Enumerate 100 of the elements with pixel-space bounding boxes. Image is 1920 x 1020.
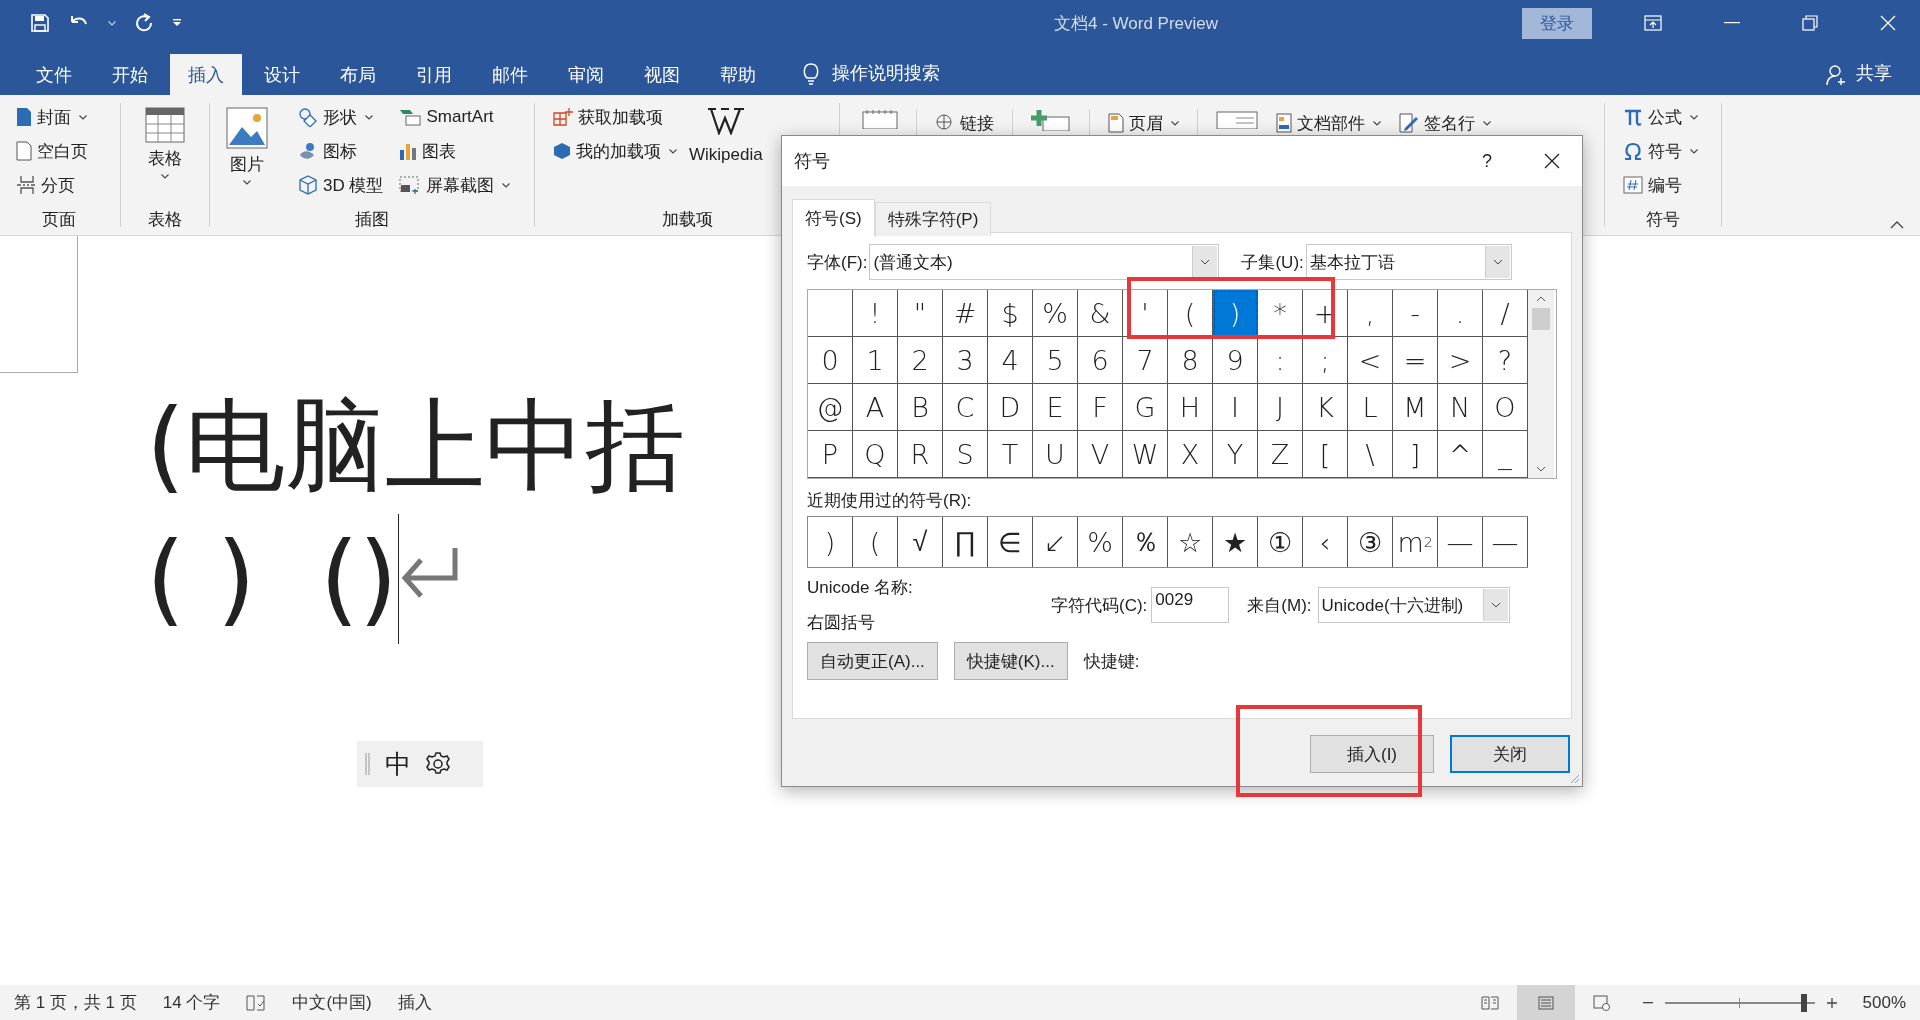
zoom-out-icon[interactable] [1642,1001,1653,1004]
symbol-cell[interactable]: T [988,431,1033,478]
symbol-cell[interactable]: 6 [1078,337,1123,384]
close-button[interactable]: 关闭 [1450,735,1570,773]
symbol-cell[interactable]: 0 [808,337,853,384]
insert-mode-status[interactable]: 插入 [397,991,432,1014]
help-button[interactable]: ? [1482,150,1492,172]
scroll-up-icon[interactable] [1536,296,1546,302]
symbol-cell[interactable]: X [1168,431,1213,478]
symbol-cell[interactable]: ) [1213,290,1258,337]
recent-symbol-cell[interactable]: ∏ [943,517,988,567]
symbol-cell[interactable]: . [1438,290,1483,337]
symbol-cell[interactable]: $ [988,290,1033,337]
ribbon-tab[interactable]: 审阅 [550,54,622,95]
symbol-cell[interactable]: 5 [1033,337,1078,384]
symbol-cell[interactable]: 7 [1123,337,1168,384]
symbol-cell[interactable]: ; [1303,337,1348,384]
redo-icon[interactable] [134,13,154,33]
symbol-cell[interactable]: Z [1258,431,1303,478]
font-dropdown[interactable]: (普通文本) [869,244,1220,280]
ribbon-tab[interactable]: 邮件 [474,54,546,95]
symbol-cell[interactable]: * [1258,290,1303,337]
symbol-cell[interactable]: D [988,384,1033,431]
symbol-cell[interactable]: E [1033,384,1078,431]
symbol-button[interactable]: 符号 [1623,137,1719,165]
icons-button[interactable]: 图标 [298,137,384,165]
symbol-cell[interactable]: % [1033,290,1078,337]
smartart-button[interactable]: SmartArt [399,103,511,131]
recent-symbol-cell[interactable]: ★ [1213,517,1258,567]
symbol-cell[interactable]: B [898,384,943,431]
ribbon-tab[interactable]: 文件 [18,54,90,95]
symbol-cell[interactable]: Y [1213,431,1258,478]
symbol-cell[interactable]: 4 [988,337,1033,384]
minimize-icon[interactable] [1724,22,1740,24]
settings-icon[interactable] [425,751,451,777]
symbol-cell[interactable]: C [943,384,988,431]
zoom-level[interactable]: 500% [1862,992,1906,1013]
symbol-cell[interactable]: ' [1123,290,1168,337]
recent-symbol-cell[interactable]: ☆ [1168,517,1213,567]
get-add-ins-button[interactable]: 获取加载项 [553,103,677,131]
ribbon-display-icon[interactable] [1644,15,1662,31]
sign-in-button[interactable]: 登录 [1522,7,1592,39]
symbol-cell[interactable]: @ [808,384,853,431]
shapes-button[interactable]: 形状 [298,103,384,131]
recent-symbol-cell[interactable]: ↙ [1033,517,1078,567]
my-add-ins-button[interactable]: 我的加载项 [553,137,677,165]
symbol-cell[interactable]: ^ [1438,431,1483,478]
tell-me-search[interactable]: 操作说明搜索 [832,61,940,95]
symbol-cell[interactable]: J [1258,384,1303,431]
symbol-cell[interactable]: L [1348,384,1393,431]
symbol-cell[interactable]: [ [1303,431,1348,478]
symbol-cell[interactable]: M [1393,384,1438,431]
from-dropdown[interactable]: Unicode(十六进制) [1317,587,1510,623]
lightbulb-icon[interactable] [802,62,820,86]
autocorrect-button[interactable]: 自动更正(A)... [807,642,938,680]
symbol-cell[interactable]: : [1258,337,1303,384]
customize-icon[interactable] [172,19,182,27]
symbol-cell[interactable]: & [1078,290,1123,337]
add-comment-icon[interactable] [1031,109,1071,131]
symbol-cell[interactable]: " [898,290,943,337]
recent-symbol-cell[interactable]: m$^{2}$ [1393,517,1438,567]
ribbon-tab[interactable]: 视图 [626,54,698,95]
equation-button[interactable]: 公式 [1623,103,1719,131]
subset-dropdown[interactable]: 基本拉丁语 [1305,244,1512,280]
symbol-cell[interactable]: F [1078,384,1123,431]
grip-icon[interactable] [365,753,371,775]
symbol-cell[interactable]: P [808,431,853,478]
screenshot-button[interactable]: 屏幕截图 [399,171,511,199]
symbol-cell[interactable]: # [943,290,988,337]
recent-symbol-cell[interactable]: ) [808,517,853,567]
zoom-in-icon[interactable] [1826,997,1837,1008]
symbol-cell[interactable]: \ [1348,431,1393,478]
symbol-cell[interactable]: 9 [1213,337,1258,384]
wikipedia-button[interactable]: Wikipedia [677,103,777,205]
proofing-icon[interactable] [246,994,267,1011]
quick-parts-button[interactable]: 文档部件 [1276,109,1381,137]
blank-page-button[interactable]: 空白页 [16,137,118,165]
symbol-cell[interactable]: > [1438,337,1483,384]
recent-symbol-cell[interactable]: ③ [1348,517,1393,567]
symbol-cell[interactable]: U [1033,431,1078,478]
character-code-field[interactable]: 0029 [1151,587,1230,623]
symbol-cell[interactable] [808,290,853,337]
recent-symbol-cell[interactable]: — [1483,517,1528,567]
symbol-cell[interactable]: 3 [943,337,988,384]
resize-grip-icon[interactable] [1570,774,1580,784]
ribbon-tab[interactable]: 引用 [398,54,470,95]
scrollbar-thumb[interactable] [1532,308,1550,330]
recent-symbol-cell[interactable]: √ [898,517,943,567]
ime-mode-button[interactable]: 中 [385,746,411,782]
page-count[interactable]: 第 1 页，共 1 页 [14,991,137,1014]
calendar-icon[interactable] [862,109,898,129]
symbol-cell[interactable]: = [1393,337,1438,384]
symbol-cell[interactable]: K [1303,384,1348,431]
language-status[interactable]: 中文(中国) [292,991,372,1014]
scrollbar[interactable] [1528,290,1554,478]
page-break-button[interactable]: 分页 [16,171,118,199]
scroll-down-icon[interactable] [1536,466,1546,472]
close-icon[interactable] [1544,153,1560,169]
recent-symbol-cell[interactable]: ① [1258,517,1303,567]
ribbon-tab[interactable]: 插入 [170,54,242,95]
